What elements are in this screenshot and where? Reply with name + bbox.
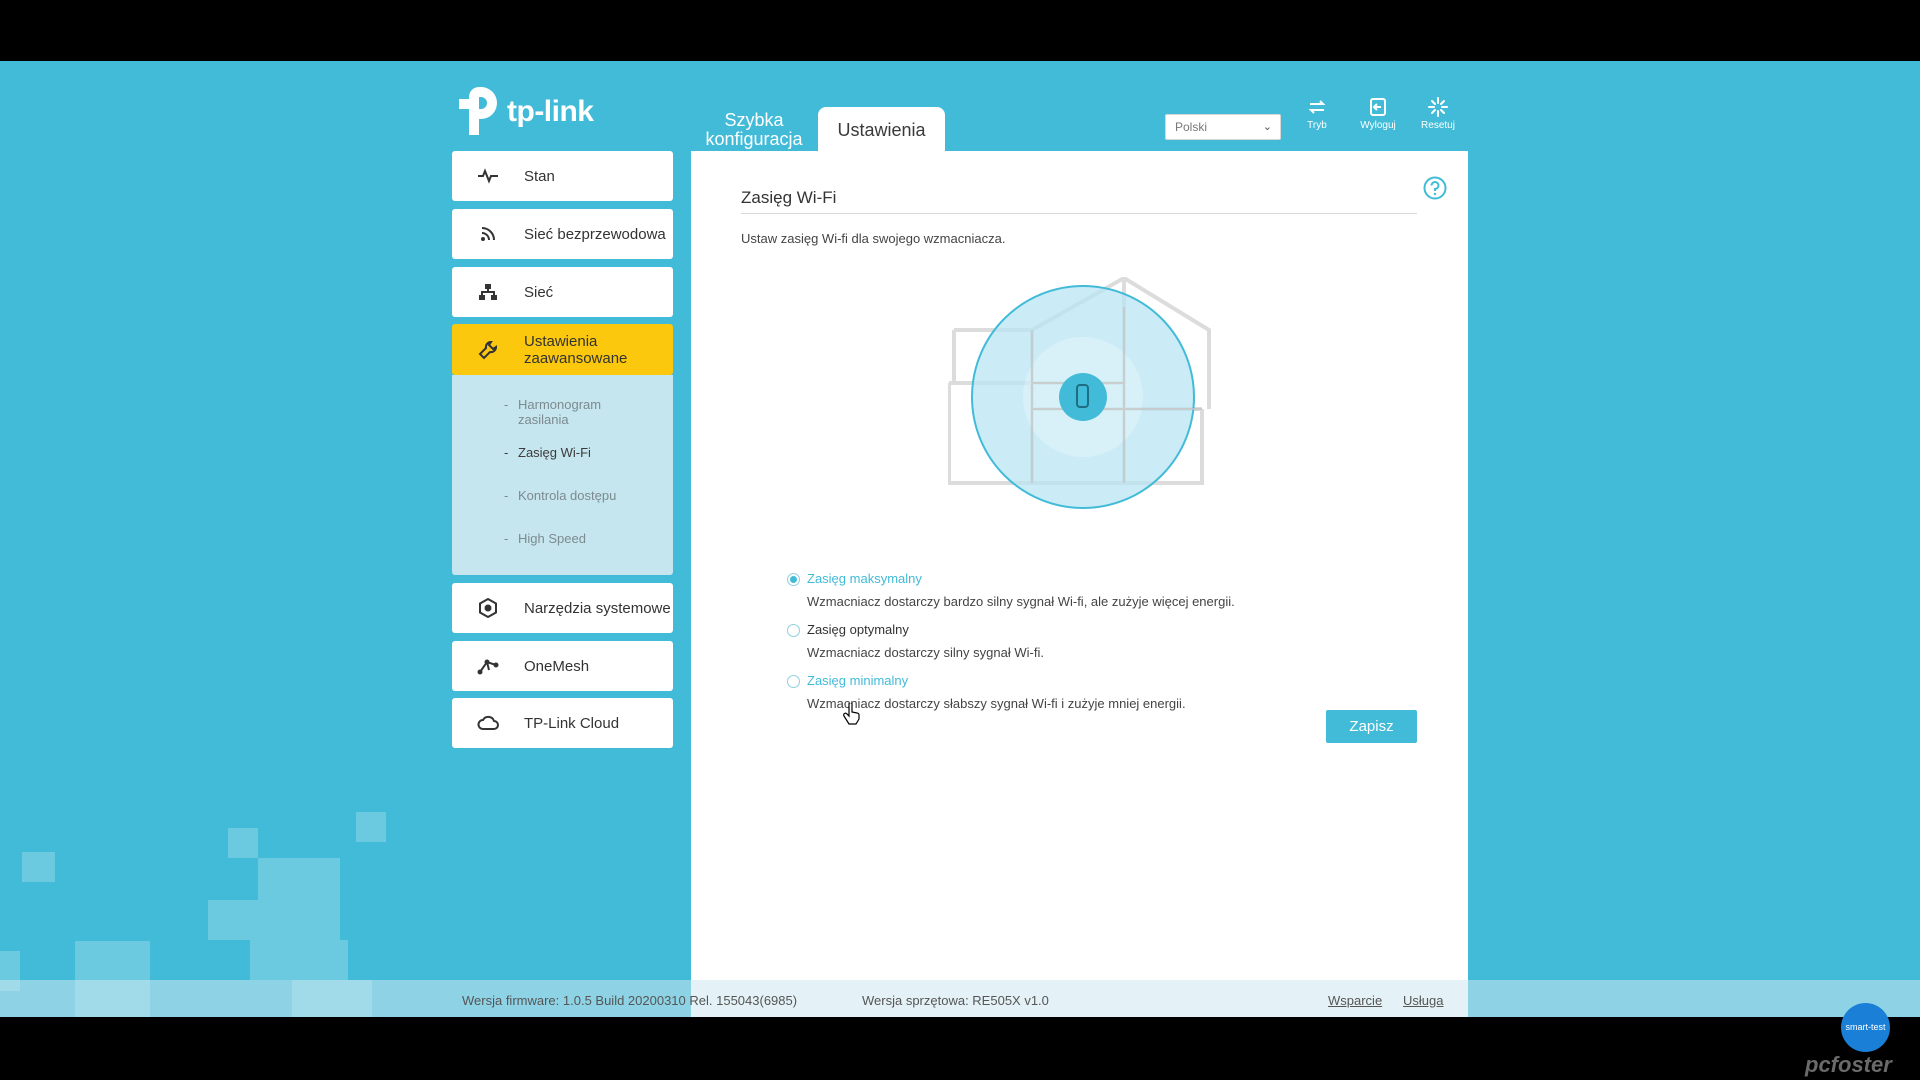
option-label[interactable]: Zasięg optymalny xyxy=(807,622,909,637)
submenu-item-label: Harmonogram zasilania xyxy=(518,397,602,427)
footer-bar: Wersja firmware: 1.0.5 Build 20200310 Re… xyxy=(0,980,1920,1017)
watermark-text: pcfoster xyxy=(1805,1052,1892,1077)
wrench-icon xyxy=(452,340,524,360)
decor-block xyxy=(250,940,348,980)
decor-block xyxy=(356,812,386,842)
title-divider xyxy=(741,213,1417,214)
tab-quick-setup[interactable]: Szybka konfiguracja xyxy=(690,111,818,153)
submenu-item-wifi-coverage[interactable]: - Zasięg Wi-Fi xyxy=(504,445,591,460)
letterbox-top xyxy=(0,0,1920,61)
hand-cursor-icon xyxy=(843,703,860,725)
tp-link-logo-icon xyxy=(459,87,497,135)
logout-label: Wyloguj xyxy=(1360,120,1396,131)
coverage-illustration xyxy=(948,277,1211,509)
language-value: Polski xyxy=(1175,120,1208,134)
page-description: Ustaw zasięg Wi-fi dla swojego wzmacniac… xyxy=(741,231,1006,246)
sidebar-item-label: Narzędzia systemowe xyxy=(524,599,671,617)
firmware-version: Wersja firmware: 1.0.5 Build 20200310 Re… xyxy=(462,993,798,1008)
radio-min-coverage[interactable] xyxy=(787,675,800,688)
submenu-item-power-schedule[interactable]: - Harmonogram zasilania xyxy=(504,397,618,427)
reset-label: Resetuj xyxy=(1421,120,1455,131)
sidebar-item-label: Ustawienia zaawansowane xyxy=(524,332,628,367)
watermark-badge: smart-test xyxy=(1841,1003,1890,1052)
advanced-submenu: - Harmonogram zasilania - Zasięg Wi-Fi - Ko… xyxy=(452,375,673,575)
reset-icon xyxy=(1428,97,1448,117)
sidebar-item-onemesh[interactable]: OneMesh xyxy=(452,641,673,691)
radio-max-coverage[interactable] xyxy=(787,573,800,586)
radio-optimal-coverage[interactable] xyxy=(787,624,800,637)
router-admin-page: tp-link Szybka konfiguracja Ustawienia P… xyxy=(0,61,1920,1017)
submenu-item-high-speed[interactable]: - High Speed xyxy=(504,531,586,546)
support-link[interactable]: Wsparcie xyxy=(1328,993,1382,1008)
sidebar-item-label: Sieć xyxy=(524,283,554,301)
mode-button[interactable]: Tryb xyxy=(1291,97,1343,131)
save-button[interactable]: Zapisz xyxy=(1326,710,1417,743)
submenu-item-label: High Speed xyxy=(518,531,586,546)
logout-icon xyxy=(1370,98,1386,116)
pulse-icon xyxy=(452,168,524,184)
decor-block xyxy=(258,858,340,900)
language-select[interactable]: Polski ⌄ xyxy=(1165,114,1281,140)
reset-button[interactable]: Resetuj xyxy=(1412,97,1464,131)
sidebar-item-network[interactable]: Sieć xyxy=(452,267,673,317)
network-icon xyxy=(452,283,524,301)
wireless-icon xyxy=(452,225,524,243)
submenu-item-label: Kontrola dostępu xyxy=(518,488,617,503)
hardware-version: Wersja sprzętowa: RE505X v1.0 xyxy=(862,993,1049,1008)
help-icon[interactable] xyxy=(1423,176,1447,205)
mode-label: Tryb xyxy=(1307,120,1327,131)
sidebar-item-stan[interactable]: Stan xyxy=(452,151,673,201)
decor-block xyxy=(228,828,258,858)
logout-button[interactable]: Wyloguj xyxy=(1352,97,1404,131)
option-description: Wzmacniacz dostarczy bardzo silny sygnał… xyxy=(807,594,1235,609)
mesh-icon xyxy=(452,657,524,675)
main-panel: Zasięg Wi-Fi Ustaw zasięg Wi-fi dla swoj… xyxy=(691,151,1468,1017)
sidebar-item-label: Sieć bezprzewodowa xyxy=(524,225,666,243)
sidebar-item-cloud[interactable]: TP-Link Cloud xyxy=(452,698,673,748)
sidebar-item-wireless[interactable]: Sieć bezprzewodowa xyxy=(452,209,673,259)
sidebar-item-label: TP-Link Cloud xyxy=(524,714,620,732)
option-label[interactable]: Zasięg minimalny xyxy=(807,673,908,688)
page-title: Zasięg Wi-Fi xyxy=(741,188,837,207)
option-label[interactable]: Zasięg maksymalny xyxy=(807,571,922,586)
logo-text: tp-link xyxy=(507,95,594,128)
tp-link-logo: tp-link xyxy=(451,87,594,137)
decor-block xyxy=(22,852,55,882)
option-description: Wzmacniacz dostarczy silny sygnał Wi-fi. xyxy=(807,645,1044,660)
tab-settings[interactable]: Ustawienia xyxy=(818,107,945,153)
submenu-item-label: Zasięg Wi-Fi xyxy=(518,445,591,460)
mode-icon xyxy=(1308,100,1326,114)
sidebar-item-system-tools[interactable]: Narzędzia systemowe xyxy=(452,583,673,633)
sidebar-item-advanced[interactable]: Ustawienia zaawansowane xyxy=(452,324,673,375)
decor-block xyxy=(208,900,340,940)
submenu-item-access-control[interactable]: - Kontrola dostępu xyxy=(504,488,616,503)
letterbox-bottom xyxy=(0,1017,1920,1080)
option-description: Wzmacniacz dostarczy słabszy sygnał Wi-f… xyxy=(807,696,1186,711)
cloud-icon xyxy=(452,715,524,731)
gear-icon xyxy=(452,598,524,618)
service-link[interactable]: Usługa xyxy=(1403,993,1443,1008)
sidebar-item-label: OneMesh xyxy=(524,657,590,675)
sidebar-item-label: Stan xyxy=(524,167,555,185)
chevron-down-icon: ⌄ xyxy=(1262,121,1272,133)
